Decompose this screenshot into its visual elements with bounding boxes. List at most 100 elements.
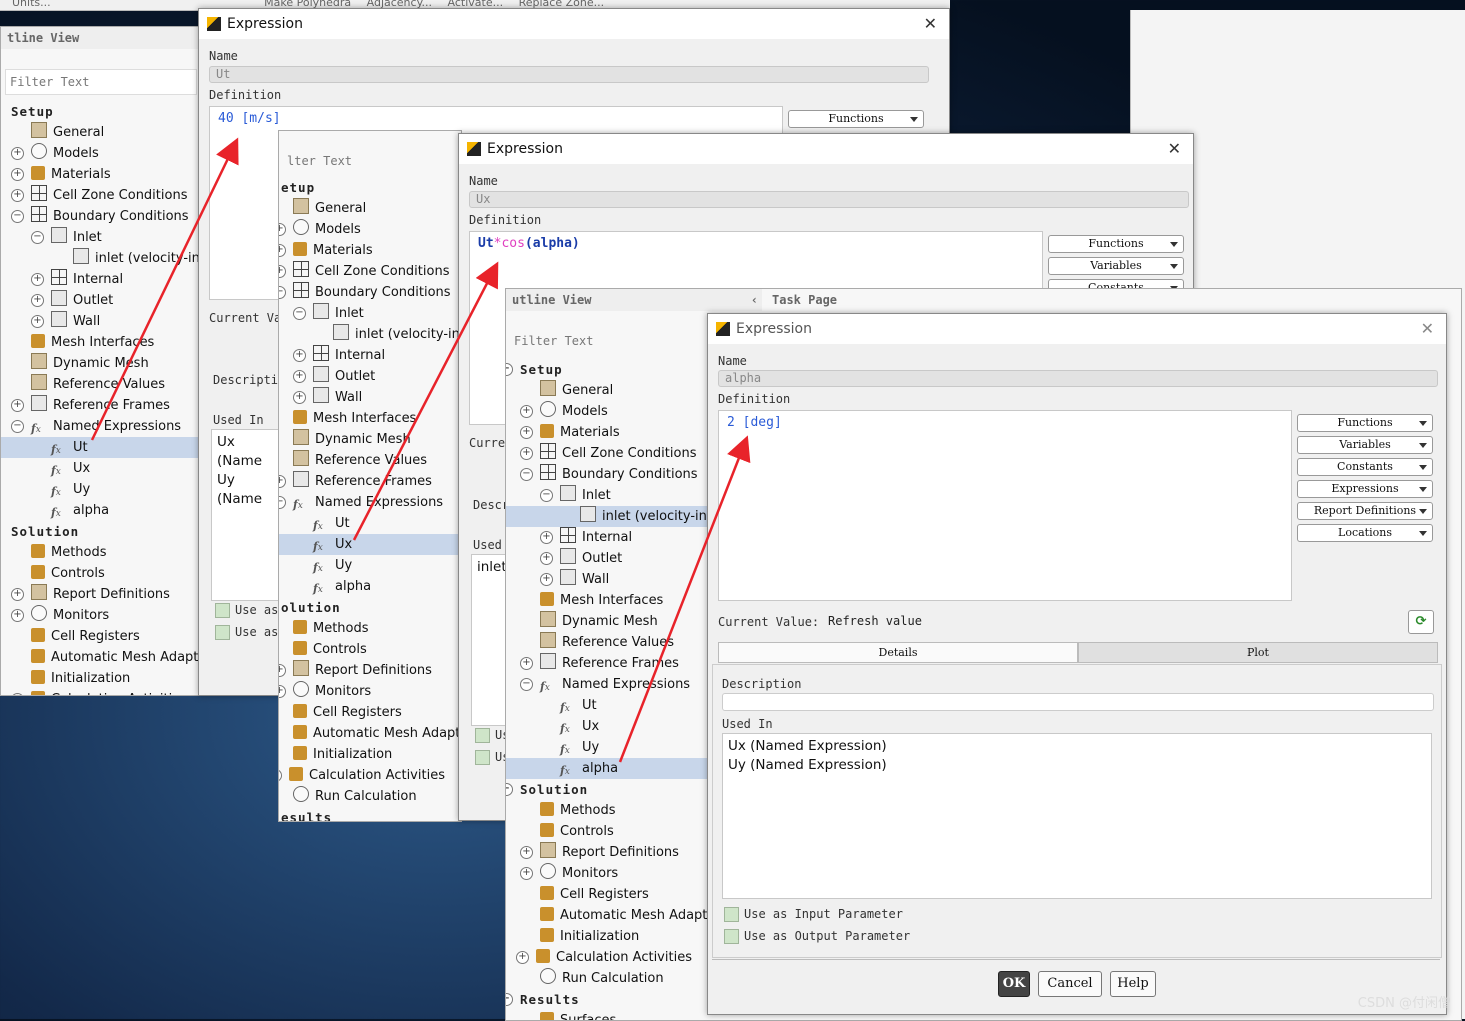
tree-item[interactable]: + Cell Zone Conditions bbox=[279, 261, 461, 282]
collapse-icon[interactable]: − bbox=[11, 210, 24, 223]
tree-item[interactable]: Reference Values bbox=[1, 374, 201, 395]
filter-text-input[interactable]: Filter Text bbox=[5, 69, 197, 95]
collapse-icon[interactable]: − bbox=[31, 231, 44, 244]
tree-item[interactable]: Dynamic Mesh bbox=[506, 611, 711, 632]
toolbar-item[interactable]: Units... bbox=[12, 0, 51, 9]
collapse-icon[interactable]: − bbox=[520, 678, 533, 691]
tree-item[interactable]: + Internal bbox=[279, 345, 461, 366]
expand-icon[interactable]: + bbox=[540, 552, 553, 565]
collapse-icon[interactable]: ‹ bbox=[751, 289, 758, 311]
tree-item[interactable]: + Calculation Activities bbox=[279, 765, 461, 786]
expand-icon[interactable]: + bbox=[11, 147, 24, 160]
tree-item[interactable]: + Outlet bbox=[279, 366, 461, 387]
tree-item[interactable]: Initialization bbox=[1, 668, 201, 689]
name-field[interactable]: alpha bbox=[718, 370, 1438, 387]
expand-icon[interactable]: + bbox=[540, 573, 553, 586]
tree-item[interactable]: Ux bbox=[506, 716, 711, 737]
filter-text-input[interactable]: lter Text bbox=[283, 149, 457, 173]
tree-item[interactable]: Controls bbox=[279, 639, 461, 660]
tree-item[interactable]: Controls bbox=[1, 563, 201, 584]
expand-icon[interactable]: + bbox=[520, 447, 533, 460]
tree-item[interactable]: + Cell Zone Conditions bbox=[1, 185, 201, 206]
expand-icon[interactable]: + bbox=[279, 244, 286, 257]
collapse-icon[interactable]: − bbox=[540, 489, 553, 502]
tree-item[interactable]: Mesh Interfaces bbox=[1, 332, 201, 353]
collapse-icon[interactable]: − bbox=[11, 420, 24, 433]
tree-item[interactable]: − Boundary Conditions bbox=[1, 206, 201, 227]
expand-icon[interactable]: + bbox=[293, 391, 306, 404]
tree-item[interactable]: − Boundary Conditions bbox=[506, 464, 711, 485]
collapse-icon[interactable]: − bbox=[279, 496, 286, 509]
use-output-checkbox[interactable] bbox=[215, 625, 230, 640]
expand-icon[interactable]: + bbox=[11, 693, 24, 695]
expand-icon[interactable]: + bbox=[520, 657, 533, 670]
expand-icon[interactable]: + bbox=[11, 399, 24, 412]
tree-item[interactable]: Run Calculation bbox=[279, 786, 461, 807]
tree-item[interactable]: + Monitors bbox=[506, 863, 711, 884]
tree-item[interactable]: + Monitors bbox=[1, 605, 201, 626]
expressions-dropdown[interactable]: Expressions bbox=[1297, 480, 1433, 498]
expand-icon[interactable]: + bbox=[11, 609, 24, 622]
tree-item[interactable]: Methods bbox=[279, 618, 461, 639]
filter-text-input[interactable]: Filter Text bbox=[510, 329, 704, 353]
variables-dropdown[interactable]: Variables bbox=[1048, 257, 1184, 275]
tree-item[interactable]: alpha bbox=[1, 500, 201, 521]
collapse-icon[interactable]: − bbox=[506, 783, 513, 796]
expand-icon[interactable]: + bbox=[11, 588, 24, 601]
tree-item[interactable]: Mesh Interfaces bbox=[279, 408, 461, 429]
expand-icon[interactable]: + bbox=[520, 405, 533, 418]
refresh-icon[interactable]: ⟳ bbox=[1408, 610, 1434, 634]
tree-item[interactable]: − Boundary Conditions bbox=[279, 282, 461, 303]
collapse-icon[interactable]: − bbox=[506, 993, 513, 1006]
tree-section-header[interactable]: esults bbox=[279, 807, 461, 821]
name-field[interactable]: Ut bbox=[209, 66, 929, 83]
tree-item[interactable]: Controls bbox=[506, 821, 711, 842]
expand-icon[interactable]: + bbox=[279, 685, 286, 698]
tree-item[interactable]: + Internal bbox=[1, 269, 201, 290]
tree-item[interactable]: + Monitors bbox=[279, 681, 461, 702]
tree-item[interactable]: + Outlet bbox=[506, 548, 711, 569]
tree-item[interactable]: Cell Registers bbox=[279, 702, 461, 723]
expand-icon[interactable]: + bbox=[279, 223, 286, 236]
tree-item[interactable]: Automatic Mesh Adapti bbox=[1, 647, 201, 668]
tree-section-header[interactable]: −Solution bbox=[506, 779, 711, 800]
tree-item[interactable]: Initialization bbox=[506, 926, 711, 947]
tree-item[interactable]: Dynamic Mesh bbox=[279, 429, 461, 450]
tab-details[interactable]: Details bbox=[718, 642, 1078, 663]
tree-item[interactable]: Initialization bbox=[279, 744, 461, 765]
tree-item[interactable]: Uy bbox=[1, 479, 201, 500]
collapse-icon[interactable]: − bbox=[520, 468, 533, 481]
use-output-checkbox[interactable] bbox=[475, 750, 490, 765]
tree-item[interactable]: + Report Definitions bbox=[279, 660, 461, 681]
tree-item[interactable]: Ux bbox=[279, 534, 461, 555]
tree-item[interactable]: inlet (velocity-inle bbox=[1, 248, 201, 269]
tree-item[interactable]: alpha bbox=[506, 758, 711, 779]
collapse-icon[interactable]: − bbox=[506, 363, 513, 376]
tree-item[interactable]: + Reference Frames bbox=[279, 471, 461, 492]
tree-item[interactable]: Ut bbox=[1, 437, 201, 458]
tree-item[interactable]: + Outlet bbox=[1, 290, 201, 311]
locations-dropdown[interactable]: Locations bbox=[1297, 524, 1433, 542]
close-icon[interactable]: ✕ bbox=[1421, 314, 1434, 344]
tree-item[interactable]: − Named Expressions bbox=[1, 416, 201, 437]
help-button[interactable]: Help bbox=[1110, 971, 1156, 997]
tree-item[interactable]: + Wall bbox=[1, 311, 201, 332]
use-input-checkbox[interactable] bbox=[724, 907, 739, 922]
tree-item[interactable]: Methods bbox=[506, 800, 711, 821]
tree-item[interactable]: + Wall bbox=[506, 569, 711, 590]
collapse-icon[interactable]: − bbox=[293, 307, 306, 320]
tree-section-header[interactable]: olution bbox=[279, 597, 461, 618]
tree-item[interactable]: inlet (velocity-inle bbox=[279, 324, 461, 345]
constants-dropdown[interactable]: Constants bbox=[1297, 458, 1433, 476]
expand-icon[interactable]: + bbox=[279, 664, 286, 677]
tree-item[interactable]: + Cell Zone Conditions bbox=[506, 443, 711, 464]
tree-item[interactable]: Cell Registers bbox=[506, 884, 711, 905]
tree-item[interactable]: Uy bbox=[506, 737, 711, 758]
tree-section-header[interactable]: −Setup bbox=[506, 359, 711, 380]
tree-item[interactable]: + Report Definitions bbox=[1, 584, 201, 605]
tree-section-header[interactable]: Setup bbox=[1, 101, 201, 122]
tree-item[interactable]: Surfaces bbox=[506, 1010, 711, 1020]
tree-item[interactable]: − Named Expressions bbox=[279, 492, 461, 513]
tree-item[interactable]: + Reference Frames bbox=[506, 653, 711, 674]
tree-item[interactable]: + Report Definitions bbox=[506, 842, 711, 863]
